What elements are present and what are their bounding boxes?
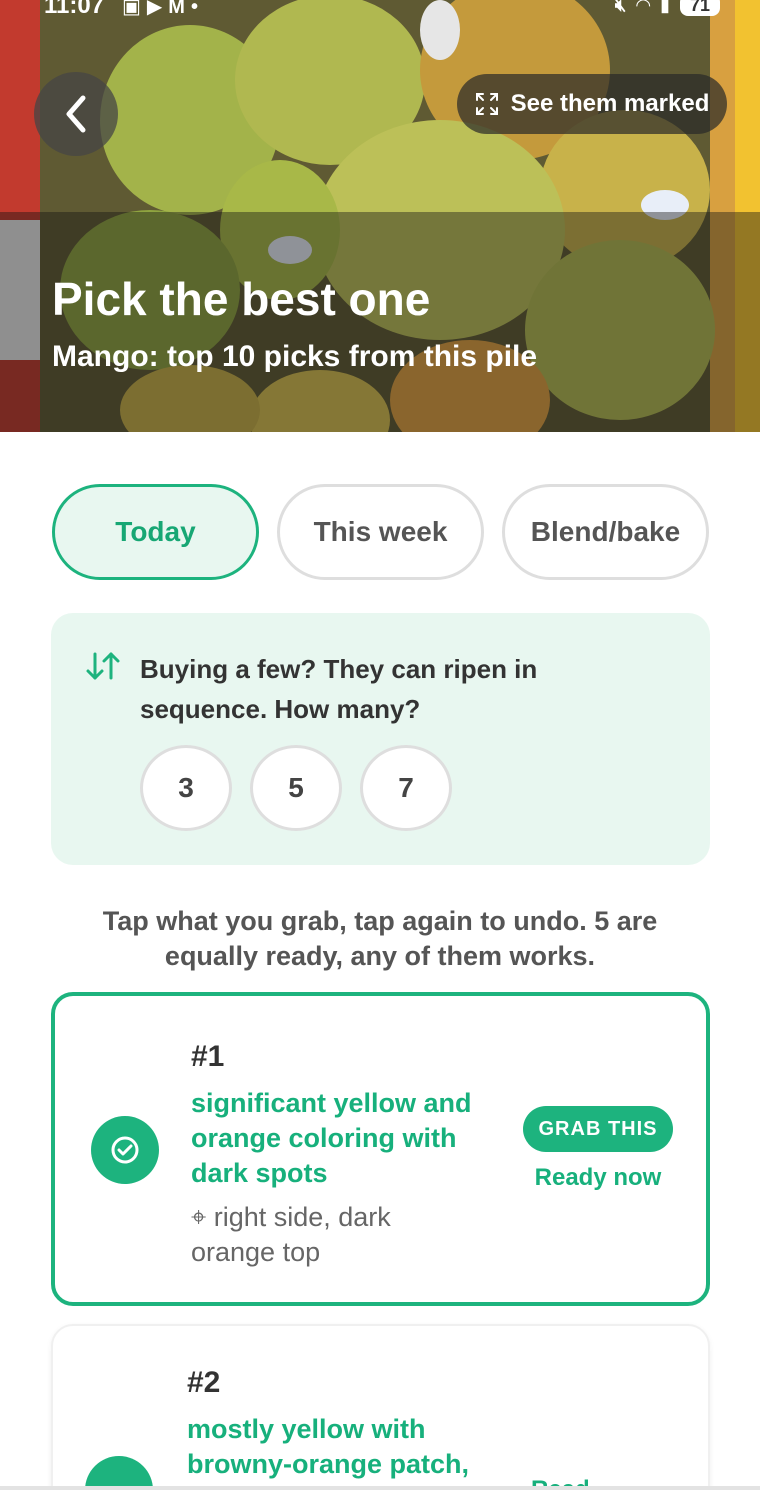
wifi-icon: ◠ (636, 0, 651, 15)
ripen-sequence-card: Buying a few? They can ripen in sequence… (51, 613, 710, 865)
status-time: 11:07 (44, 0, 105, 19)
checkmark-icon[interactable] (91, 1116, 159, 1184)
system-icons: 🔇︎ ◠ ▮ 71 (615, 0, 720, 16)
tab-this-week[interactable]: This week (277, 484, 484, 580)
pick-rank: #2 (187, 1366, 221, 1399)
quantity-option-7[interactable]: 7 (360, 745, 452, 831)
pick-card-1[interactable]: #1 significant yellow and orange colorin… (51, 992, 710, 1306)
pick-rank: #1 (191, 1040, 225, 1073)
see-them-marked-label: See them marked (510, 90, 710, 117)
quantity-option-3[interactable]: 3 (140, 745, 232, 831)
checkmark-icon[interactable] (85, 1456, 153, 1490)
signal-icon: ▮ (660, 0, 670, 15)
gmail-icon: M (168, 0, 191, 18)
status-bar: 11:07 ▣▶M• 🔇︎ ◠ ▮ 71 (0, 0, 760, 22)
page-title: Pick the best one (52, 273, 431, 325)
pick-location-text: right side, dark orange top (191, 1202, 391, 1267)
sort-arrows-icon (86, 652, 120, 680)
sequence-prompt: Buying a few? They can ripen in sequence… (140, 654, 538, 724)
bottom-divider (0, 1486, 760, 1490)
pick-card-2[interactable]: #2 mostly yellow with browny-orange patc… (51, 1324, 710, 1490)
tab-blend-bake[interactable]: Blend/bake (502, 484, 709, 580)
back-button[interactable] (34, 72, 118, 156)
chevron-left-icon (66, 95, 86, 133)
pick-description: significant yellow and orange coloring w… (191, 1088, 472, 1188)
quantity-option-5[interactable]: 5 (250, 745, 342, 831)
page-subtitle: Mango: top 10 picks from this pile (52, 340, 538, 373)
time-tabs: Today This week Blend/bake (52, 484, 710, 580)
quantity-options: 3 5 7 (140, 745, 452, 831)
youtube-icon: ▶ (146, 0, 169, 18)
instruction-text: Tap what you grab, tap again to undo. 5 … (102, 906, 658, 971)
dot-icon: • (190, 0, 204, 18)
hero-image-area: 11:07 ▣▶M• 🔇︎ ◠ ▮ 71 See them marked Pic… (0, 0, 760, 432)
tab-today[interactable]: Today (52, 484, 259, 580)
notification-icons: ▣▶M• (122, 0, 204, 19)
pick-location: ⌖ right side, dark orange top (191, 1200, 451, 1270)
crosshair-icon: ⌖ (191, 1202, 214, 1232)
check-glyph-icon (111, 1136, 139, 1164)
mute-icon: 🔇︎ (614, 0, 627, 15)
screenshot-icon: ▣ (122, 0, 147, 18)
see-them-marked-button[interactable]: See them marked (457, 74, 727, 134)
pick-description: mostly yellow with browny-orange patch, (187, 1414, 470, 1479)
expand-icon (475, 93, 498, 115)
battery-indicator: 71 (679, 0, 720, 16)
grab-this-button[interactable]: GRAB THIS (523, 1106, 673, 1152)
readiness-label: Ready now (534, 1164, 662, 1191)
